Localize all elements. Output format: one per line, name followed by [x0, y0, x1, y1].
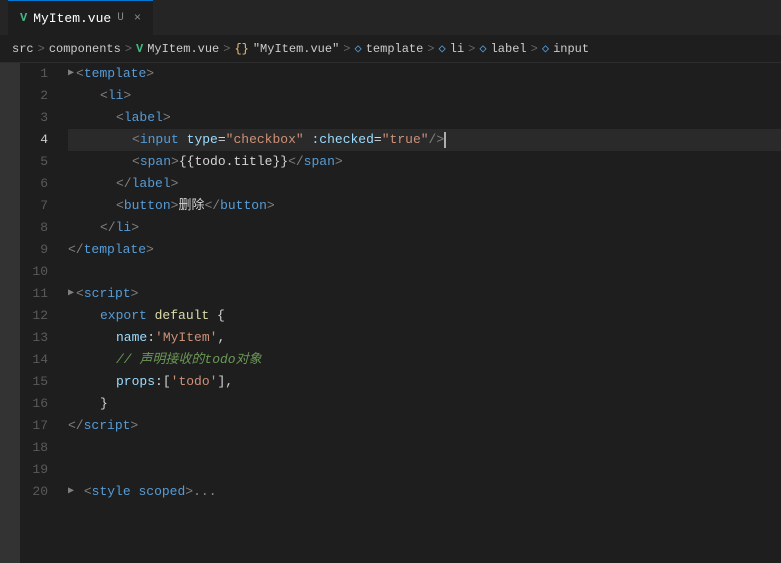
line-num-18: 18 [20, 437, 48, 459]
breadcrumb-obj-title[interactable]: "MyItem.vue" [253, 42, 339, 56]
code-line-16: } [68, 393, 781, 415]
breadcrumb-obj-icon: {} [234, 42, 248, 56]
title-bar: V MyItem.vue U × [0, 0, 781, 35]
breadcrumb: src > components > V MyItem.vue > {} "My… [0, 35, 781, 63]
code-line-4: <input type="checkbox" :checked="true"/> [68, 129, 781, 151]
line-num-15: 15 [20, 371, 48, 393]
line-num-2: 2 [20, 85, 48, 107]
breadcrumb-template[interactable]: template [366, 42, 424, 56]
editor-container: 1 2 3 4 5 6 7 8 9 10 11 12 13 14 15 16 1… [0, 63, 781, 563]
tab-filename: MyItem.vue [33, 11, 111, 26]
line-num-20: 20 [20, 481, 48, 503]
breadcrumb-file[interactable]: MyItem.vue [147, 42, 219, 56]
breadcrumb-label[interactable]: label [491, 42, 527, 56]
line-num-12: 12 [20, 305, 48, 327]
breadcrumb-input[interactable]: input [553, 42, 589, 56]
line-num-8: 8 [20, 217, 48, 239]
breadcrumb-vue-icon: V [136, 42, 143, 56]
activity-bar [0, 63, 20, 563]
line-num-9: 9 [20, 239, 48, 261]
line-num-11: 11 [20, 283, 48, 305]
breadcrumb-sep6: > [468, 42, 475, 56]
breadcrumb-li[interactable]: li [450, 42, 464, 56]
code-line-8: </li> [68, 217, 781, 239]
breadcrumb-sep3: > [223, 42, 230, 56]
tab-myitem[interactable]: V MyItem.vue U × [8, 0, 153, 35]
breadcrumb-sep7: > [531, 42, 538, 56]
code-line-14: // 声明接收的todo对象 [68, 349, 781, 371]
breadcrumb-template-icon: ◇ [354, 41, 361, 56]
breadcrumb-sep5: > [427, 42, 434, 56]
line-num-1: 1 [20, 63, 48, 85]
breadcrumb-sep1: > [38, 42, 45, 56]
breadcrumb-sep4: > [343, 42, 350, 56]
breadcrumb-sep2: > [125, 42, 132, 56]
code-line-5: <span>{{todo.title}}</span> [68, 151, 781, 173]
breadcrumb-src[interactable]: src [12, 42, 34, 56]
line-num-16: 16 [20, 393, 48, 415]
code-line-10 [68, 261, 781, 283]
code-line-11: ▶<script> [68, 283, 781, 305]
breadcrumb-label-icon: ◇ [479, 41, 486, 56]
code-line-17: </script> [68, 415, 781, 437]
line-num-5: 5 [20, 151, 48, 173]
editor: 1 2 3 4 5 6 7 8 9 10 11 12 13 14 15 16 1… [20, 63, 781, 563]
code-line-9: </template> [68, 239, 781, 261]
code-line-20: ▶ <style scoped>... [68, 481, 781, 503]
line-num-3: 3 [20, 107, 48, 129]
code-line-6: </label> [68, 173, 781, 195]
code-line-19 [68, 459, 781, 481]
code-line-1: ▶<template> [68, 63, 781, 85]
code-line-3: <label> [68, 107, 781, 129]
tab-modified: U [117, 12, 124, 24]
code-line-15: props:['todo'], [68, 371, 781, 393]
code-area[interactable]: ▶<template> <li> <label> <input type="ch… [60, 63, 781, 563]
code-line-12: export default { [68, 305, 781, 327]
breadcrumb-components[interactable]: components [49, 42, 121, 56]
line-num-7: 7 [20, 195, 48, 217]
line-num-17: 17 [20, 415, 48, 437]
line-numbers: 1 2 3 4 5 6 7 8 9 10 11 12 13 14 15 16 1… [20, 63, 60, 563]
code-line-2: <li> [68, 85, 781, 107]
line-num-13: 13 [20, 327, 48, 349]
breadcrumb-input-icon: ◇ [542, 41, 549, 56]
breadcrumb-li-icon: ◇ [439, 41, 446, 56]
code-line-13: name:'MyItem', [68, 327, 781, 349]
line-num-10: 10 [20, 261, 48, 283]
line-num-6: 6 [20, 173, 48, 195]
tab-close-button[interactable]: × [134, 11, 141, 25]
line-num-14: 14 [20, 349, 48, 371]
code-line-18 [68, 437, 781, 459]
code-line-7: <button>删除</button> [68, 195, 781, 217]
line-num-4: 4 [20, 129, 48, 151]
line-num-19: 19 [20, 459, 48, 481]
vue-icon: V [20, 11, 27, 25]
